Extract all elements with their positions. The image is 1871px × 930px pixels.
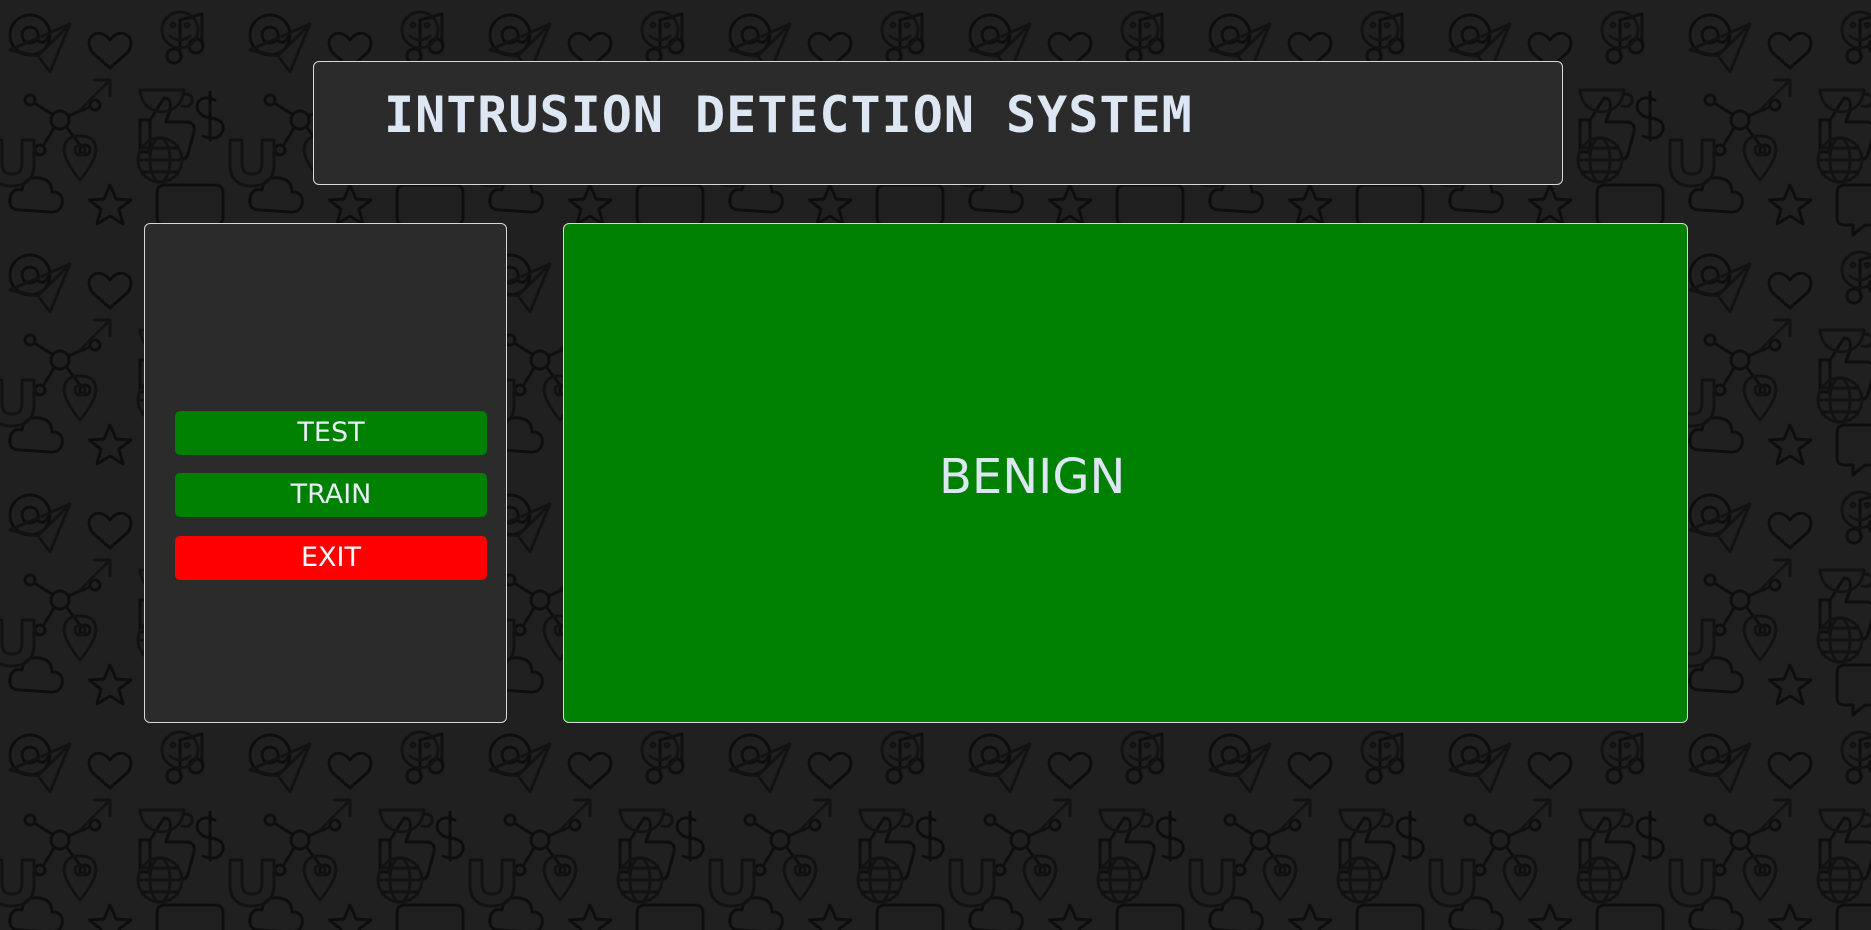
- exit-button[interactable]: EXIT: [175, 536, 487, 580]
- sidebar-panel: TEST TRAIN EXIT: [144, 223, 507, 723]
- result-panel: BENIGN: [563, 223, 1688, 723]
- test-button[interactable]: TEST: [175, 411, 487, 455]
- result-label: BENIGN: [939, 449, 1126, 505]
- header-panel: INTRUSION DETECTION SYSTEM: [313, 61, 1563, 185]
- train-button[interactable]: TRAIN: [175, 473, 487, 517]
- app-title: INTRUSION DETECTION SYSTEM: [384, 86, 1193, 144]
